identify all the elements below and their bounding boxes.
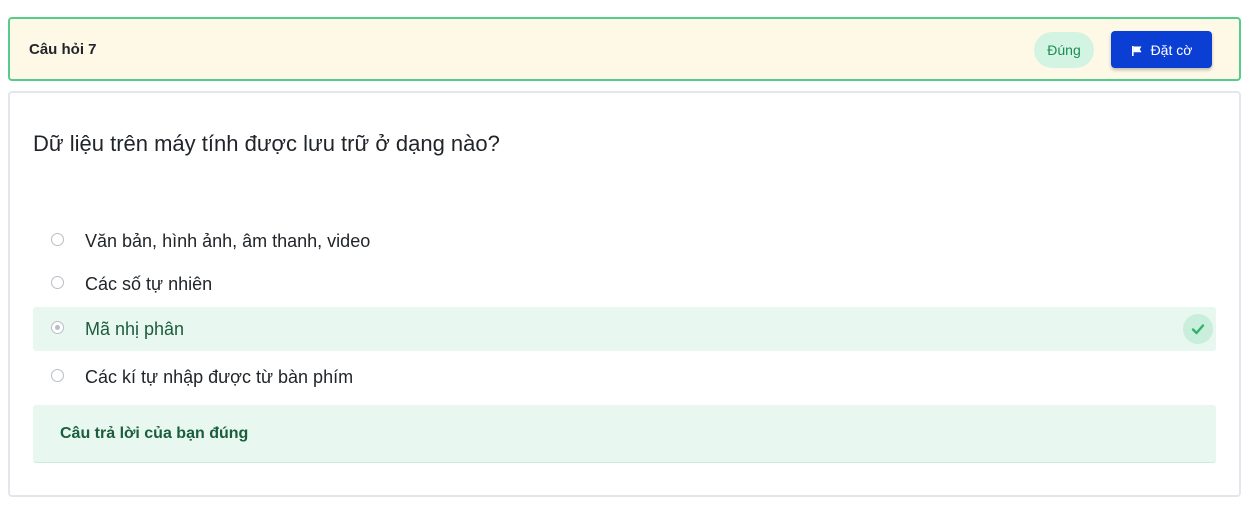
feedback-text: Câu trả lời của bạn đúng [60,425,249,442]
radio-button[interactable] [51,276,64,289]
answer-option-1[interactable]: Văn bản, hình ảnh, âm thanh, video [33,219,1216,263]
question-text: Dữ liệu trên máy tính được lưu trữ ở dạn… [33,131,500,156]
radio-button[interactable] [51,233,64,246]
check-icon [1183,314,1213,344]
question-number: Câu hỏi 7 [29,41,97,58]
answer-option-4[interactable]: Các kí tự nhập được từ bàn phím [33,355,1216,399]
radio-button[interactable] [51,369,64,382]
flag-question-button[interactable]: Đặt cờ [1111,31,1212,68]
flag-icon [1131,44,1143,56]
question-header: Câu hỏi 7 Đúng Đặt cờ [8,17,1241,81]
flag-button-label: Đặt cờ [1150,41,1193,58]
answer-label: Mã nhị phân [85,319,185,339]
feedback-box: Câu trả lời của bạn đúng [33,405,1216,463]
answer-option-2[interactable]: Các số tự nhiên [33,262,1216,306]
answer-label: Các số tự nhiên [85,274,213,294]
status-badge: Đúng [1034,32,1094,68]
answer-label: Văn bản, hình ảnh, âm thanh, video [85,231,371,251]
answer-option-3[interactable]: Mã nhị phân [33,307,1216,351]
radio-button-selected[interactable] [51,321,64,334]
question-card: Dữ liệu trên máy tính được lưu trữ ở dạn… [8,91,1241,497]
answer-label: Các kí tự nhập được từ bàn phím [85,367,354,387]
